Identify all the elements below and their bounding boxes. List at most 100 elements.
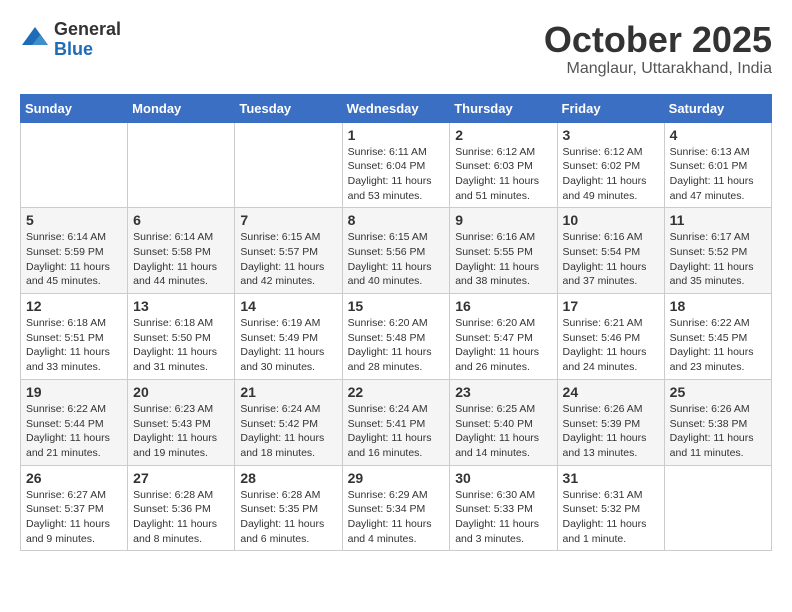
calendar-week-row: 12Sunrise: 6:18 AM Sunset: 5:51 PM Dayli… [21, 294, 772, 380]
day-info: Sunrise: 6:23 AM Sunset: 5:43 PM Dayligh… [133, 402, 229, 461]
weekday-header-thursday: Thursday [450, 94, 557, 122]
day-number: 31 [563, 470, 659, 486]
day-info: Sunrise: 6:20 AM Sunset: 5:48 PM Dayligh… [348, 316, 445, 375]
weekday-header-monday: Monday [128, 94, 235, 122]
day-number: 7 [240, 212, 336, 228]
day-number: 9 [455, 212, 551, 228]
calendar-cell: 27 Sunrise: 6:28 AM Sunset: 5:36 PM Dayli… [128, 465, 235, 551]
day-info: Sunrise: 6:31 AM Sunset: 5:32 PM Dayligh… [563, 488, 659, 547]
day-info: Sunrise: 6:29 AM Sunset: 5:34 PM Dayligh… [348, 488, 445, 547]
day-number: 18 [670, 298, 766, 314]
day-number: 29 [348, 470, 445, 486]
calendar-cell: 15 Sunrise: 6:20 AM Sunset: 5:48 PM Dayli… [342, 294, 450, 380]
logo-blue: Blue [54, 40, 121, 60]
calendar-cell: 3Sunrise: 6:12 AM Sunset: 6:02 PM Daylig… [557, 122, 664, 208]
calendar-cell: 25 Sunrise: 6:26 AM Sunset: 5:38 PM Dayli… [664, 379, 771, 465]
day-info: Sunrise: 6:27 AM Sunset: 5:37 PM Dayligh… [26, 488, 122, 547]
calendar-cell: 21 Sunrise: 6:24 AM Sunset: 5:42 PM Dayli… [235, 379, 342, 465]
weekday-header-tuesday: Tuesday [235, 94, 342, 122]
calendar-cell [235, 122, 342, 208]
day-info: Sunrise: 6:17 AM Sunset: 5:52 PM Dayligh… [670, 230, 766, 289]
day-info: Sunrise: 6:14 AM Sunset: 5:58 PM Dayligh… [133, 230, 229, 289]
calendar-week-row: 5 Sunrise: 6:14 AM Sunset: 5:59 PM Daylig… [21, 208, 772, 294]
day-info: Sunrise: 6:16 AM Sunset: 5:54 PM Dayligh… [563, 230, 659, 289]
day-number: 4 [670, 127, 766, 143]
day-info: Sunrise: 6:15 AM Sunset: 5:57 PM Dayligh… [240, 230, 336, 289]
calendar-cell [21, 122, 128, 208]
day-number: 19 [26, 384, 122, 400]
calendar-cell: 18Sunrise: 6:22 AM Sunset: 5:45 PM Dayli… [664, 294, 771, 380]
day-info: Sunrise: 6:24 AM Sunset: 5:41 PM Dayligh… [348, 402, 445, 461]
day-number: 6 [133, 212, 229, 228]
calendar-cell: 2 Sunrise: 6:12 AM Sunset: 6:03 PM Daylig… [450, 122, 557, 208]
day-number: 20 [133, 384, 229, 400]
calendar-cell: 5 Sunrise: 6:14 AM Sunset: 5:59 PM Daylig… [21, 208, 128, 294]
weekday-header-sunday: Sunday [21, 94, 128, 122]
day-info: Sunrise: 6:26 AM Sunset: 5:39 PM Dayligh… [563, 402, 659, 461]
day-number: 26 [26, 470, 122, 486]
calendar-cell: 16Sunrise: 6:20 AM Sunset: 5:47 PM Dayli… [450, 294, 557, 380]
day-number: 21 [240, 384, 336, 400]
weekday-header-friday: Friday [557, 94, 664, 122]
calendar-cell: 8Sunrise: 6:15 AM Sunset: 5:56 PM Daylig… [342, 208, 450, 294]
calendar-cell [128, 122, 235, 208]
day-number: 23 [455, 384, 551, 400]
day-info: Sunrise: 6:28 AM Sunset: 5:36 PM Dayligh… [133, 488, 229, 547]
day-info: Sunrise: 6:24 AM Sunset: 5:42 PM Dayligh… [240, 402, 336, 461]
day-info: Sunrise: 6:30 AM Sunset: 5:33 PM Dayligh… [455, 488, 551, 547]
calendar-week-row: 26 Sunrise: 6:27 AM Sunset: 5:37 PM Dayli… [21, 465, 772, 551]
calendar-cell: 1 Sunrise: 6:11 AM Sunset: 6:04 PM Daylig… [342, 122, 450, 208]
calendar-table: SundayMondayTuesdayWednesdayThursdayFrid… [20, 94, 772, 552]
logo-text: General Blue [54, 20, 121, 60]
calendar-cell: 31 Sunrise: 6:31 AM Sunset: 5:32 PM Dayli… [557, 465, 664, 551]
day-number: 11 [670, 212, 766, 228]
title-block: October 2025 Manglaur, Uttarakhand, Indi… [544, 20, 772, 78]
day-number: 2 [455, 127, 551, 143]
day-number: 15 [348, 298, 445, 314]
location-title: Manglaur, Uttarakhand, India [544, 60, 772, 78]
day-info: Sunrise: 6:14 AM Sunset: 5:59 PM Dayligh… [26, 230, 122, 289]
day-number: 5 [26, 212, 122, 228]
day-number: 25 [670, 384, 766, 400]
calendar-cell: 22 Sunrise: 6:24 AM Sunset: 5:41 PM Dayli… [342, 379, 450, 465]
day-number: 1 [348, 127, 445, 143]
weekday-header-saturday: Saturday [664, 94, 771, 122]
calendar-cell: 10 Sunrise: 6:16 AM Sunset: 5:54 PM Dayli… [557, 208, 664, 294]
logo-icon [20, 25, 50, 55]
calendar-cell: 26 Sunrise: 6:27 AM Sunset: 5:37 PM Dayli… [21, 465, 128, 551]
day-number: 30 [455, 470, 551, 486]
calendar-cell: 6 Sunrise: 6:14 AM Sunset: 5:58 PM Daylig… [128, 208, 235, 294]
day-number: 10 [563, 212, 659, 228]
day-number: 24 [563, 384, 659, 400]
day-info: Sunrise: 6:20 AM Sunset: 5:47 PM Dayligh… [455, 316, 551, 375]
calendar-cell: 17 Sunrise: 6:21 AM Sunset: 5:46 PM Dayli… [557, 294, 664, 380]
day-info: Sunrise: 6:18 AM Sunset: 5:51 PM Dayligh… [26, 316, 122, 375]
calendar-cell: 29 Sunrise: 6:29 AM Sunset: 5:34 PM Dayli… [342, 465, 450, 551]
page-header: General Blue October 2025 Manglaur, Utta… [20, 20, 772, 78]
calendar-cell: 9Sunrise: 6:16 AM Sunset: 5:55 PM Daylig… [450, 208, 557, 294]
day-info: Sunrise: 6:18 AM Sunset: 5:50 PM Dayligh… [133, 316, 229, 375]
day-info: Sunrise: 6:11 AM Sunset: 6:04 PM Dayligh… [348, 145, 445, 204]
calendar-cell: 19 Sunrise: 6:22 AM Sunset: 5:44 PM Dayli… [21, 379, 128, 465]
calendar-cell: 24 Sunrise: 6:26 AM Sunset: 5:39 PM Dayli… [557, 379, 664, 465]
day-number: 28 [240, 470, 336, 486]
calendar-cell: 14Sunrise: 6:19 AM Sunset: 5:49 PM Dayli… [235, 294, 342, 380]
day-number: 8 [348, 212, 445, 228]
calendar-cell: 12Sunrise: 6:18 AM Sunset: 5:51 PM Dayli… [21, 294, 128, 380]
day-info: Sunrise: 6:12 AM Sunset: 6:02 PM Dayligh… [563, 145, 659, 204]
day-info: Sunrise: 6:12 AM Sunset: 6:03 PM Dayligh… [455, 145, 551, 204]
calendar-cell: 28Sunrise: 6:28 AM Sunset: 5:35 PM Dayli… [235, 465, 342, 551]
calendar-cell: 30 Sunrise: 6:30 AM Sunset: 5:33 PM Dayli… [450, 465, 557, 551]
day-info: Sunrise: 6:22 AM Sunset: 5:44 PM Dayligh… [26, 402, 122, 461]
day-number: 17 [563, 298, 659, 314]
calendar-cell: 23Sunrise: 6:25 AM Sunset: 5:40 PM Dayli… [450, 379, 557, 465]
day-number: 22 [348, 384, 445, 400]
calendar-week-row: 19 Sunrise: 6:22 AM Sunset: 5:44 PM Dayli… [21, 379, 772, 465]
logo-general: General [54, 20, 121, 40]
day-number: 27 [133, 470, 229, 486]
day-info: Sunrise: 6:13 AM Sunset: 6:01 PM Dayligh… [670, 145, 766, 204]
weekday-header-wednesday: Wednesday [342, 94, 450, 122]
weekday-header-row: SundayMondayTuesdayWednesdayThursdayFrid… [21, 94, 772, 122]
day-info: Sunrise: 6:26 AM Sunset: 5:38 PM Dayligh… [670, 402, 766, 461]
day-info: Sunrise: 6:21 AM Sunset: 5:46 PM Dayligh… [563, 316, 659, 375]
